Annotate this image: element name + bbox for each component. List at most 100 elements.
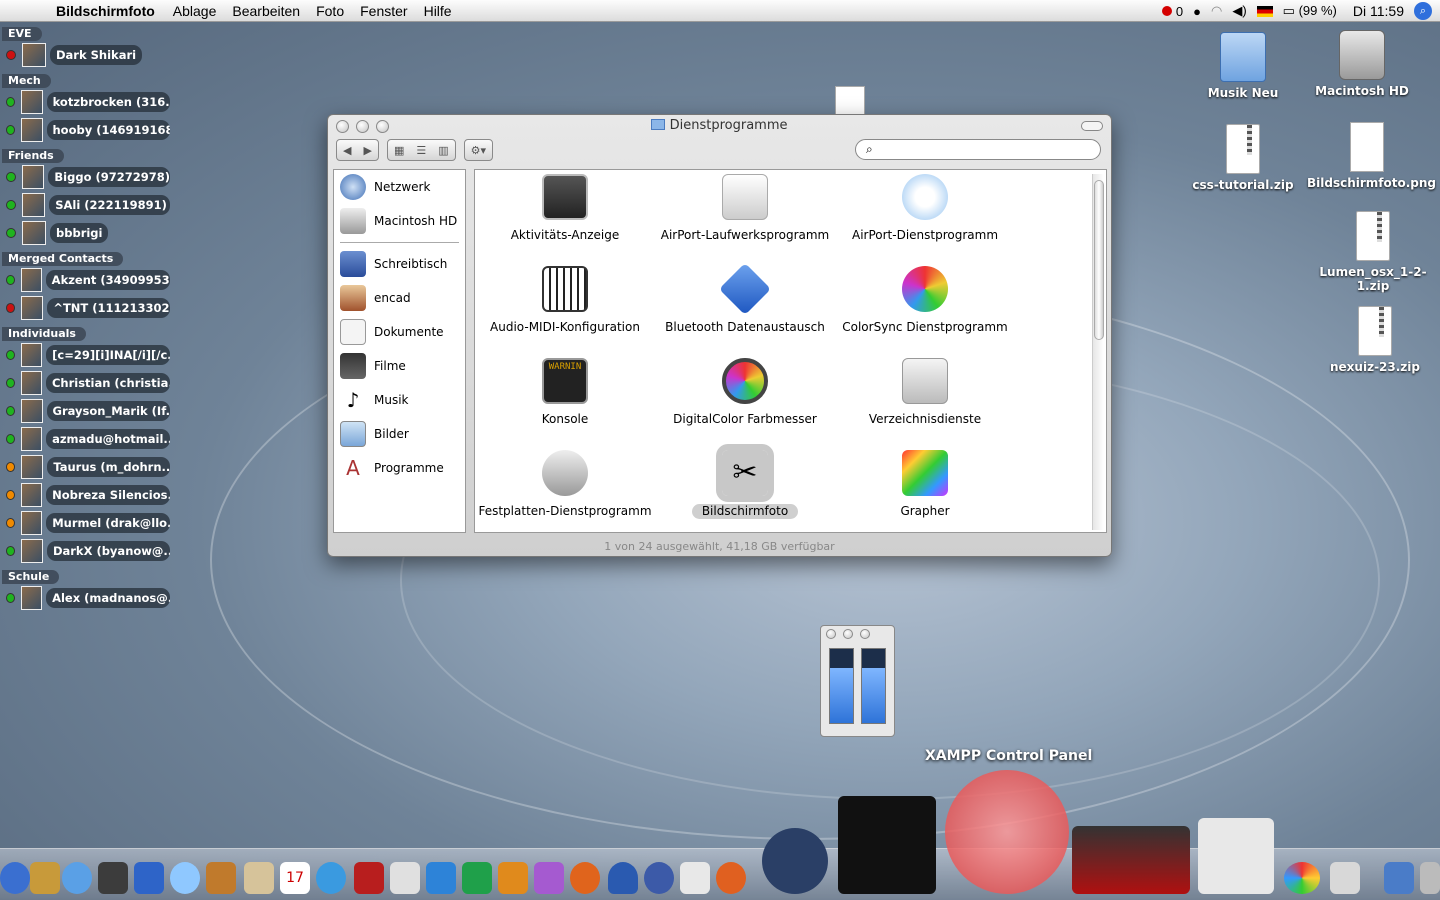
sidebar-item-bilder[interactable]: Bilder	[334, 417, 465, 451]
contact-row[interactable]: azmadu@hotmail....	[6, 425, 170, 453]
file-item-colorsync[interactable]: ColorSync Dienstprogramm	[835, 266, 1015, 335]
desktop-icon-bildschirmfoto-png[interactable]: Bildschirmfoto.png	[1307, 122, 1436, 190]
itunes-icon[interactable]	[62, 862, 92, 894]
forward-arrow-icon[interactable]: ▶	[357, 144, 377, 157]
contact-group-header[interactable]: Schule	[2, 570, 60, 584]
contact-row[interactable]: Biggo (97272978)	[6, 163, 170, 191]
word-icon[interactable]	[426, 862, 456, 894]
quicktime-icon[interactable]	[0, 862, 30, 894]
battery-status[interactable]: ▭ (99 %)	[1283, 3, 1337, 19]
idvd-icon[interactable]	[170, 862, 200, 894]
contact-group-header[interactable]: EVE	[2, 27, 42, 41]
close-button[interactable]	[336, 120, 349, 133]
back-arrow-icon[interactable]: ◀	[337, 144, 357, 157]
xampp-icon[interactable]	[945, 770, 1069, 894]
contact-row[interactable]: SAli (222119891)	[6, 191, 170, 219]
list-view-icon[interactable]: ☰	[410, 144, 432, 157]
close-button[interactable]	[826, 629, 836, 639]
column-view-icon[interactable]: ▥	[432, 144, 454, 157]
wifi-icon[interactable]: ◠	[1211, 3, 1222, 19]
contact-row[interactable]: hooby (146919168)	[6, 116, 170, 144]
x3-game-icon[interactable]	[838, 796, 936, 894]
contact-row[interactable]: [c=29][i]INA[/i][/c...	[6, 341, 170, 369]
file-item-festplatten[interactable]: Festplatten-Dienstprogramm	[475, 450, 655, 519]
contact-row[interactable]: ^TNT (111213302)	[6, 294, 170, 322]
file-item-bildschirmfoto[interactable]: ✂ Bildschirmfoto	[655, 444, 835, 519]
desktop-icon-macintosh-hd[interactable]: Macintosh HD	[1302, 30, 1422, 98]
icon-view-icon[interactable]: ▦	[388, 144, 410, 157]
address-book-icon[interactable]	[30, 862, 60, 894]
vertical-scrollbar[interactable]	[1092, 174, 1104, 530]
imovie-icon[interactable]	[134, 862, 164, 894]
contact-row[interactable]: Grayson_Marik (If...	[6, 397, 170, 425]
zoom-button[interactable]	[376, 120, 389, 133]
clock[interactable]: Di 11:59	[1353, 3, 1404, 19]
menu-ablage[interactable]: Ablage	[173, 3, 217, 19]
action-menu-button[interactable]: ⚙▾	[463, 139, 494, 161]
power-app-icon[interactable]	[762, 828, 828, 894]
contact-row[interactable]: DarkX (byanow@...	[6, 537, 170, 565]
iphoto-icon[interactable]	[98, 862, 128, 894]
desktop-icon-nexuiz-zip[interactable]: nexuiz-23.zip	[1315, 306, 1435, 374]
contact-row[interactable]: Murmel (drak@llo...	[6, 509, 170, 537]
menu-foto[interactable]: Foto	[316, 3, 344, 19]
nfs-carbon-icon[interactable]	[1072, 826, 1190, 894]
disk-app-icon[interactable]	[680, 862, 710, 894]
scroll-thumb[interactable]	[1094, 180, 1104, 340]
status-indicator[interactable]: 0	[1162, 4, 1183, 19]
sidebar-item-schreibtisch[interactable]: Schreibtisch	[334, 247, 465, 281]
contact-row[interactable]: Nobreza Silencios...	[6, 481, 170, 509]
sidebar-item-netzwerk[interactable]: Netzwerk	[334, 170, 465, 204]
iphoto-library-icon[interactable]	[1198, 818, 1274, 894]
adium-menu-icon[interactable]: ●	[1193, 4, 1201, 19]
excel-icon[interactable]	[462, 862, 492, 894]
sidebar-item-musik[interactable]: ♪ Musik	[334, 383, 465, 417]
file-item-digitalcolor[interactable]: DigitalColor Farbmesser	[655, 358, 835, 427]
quicktime-q-icon[interactable]	[316, 862, 346, 894]
spotlight-icon[interactable]: ⌕	[1414, 2, 1432, 20]
search-field[interactable]: ⌕	[855, 139, 1101, 160]
menu-hilfe[interactable]: Hilfe	[424, 3, 452, 19]
volume-icon[interactable]: ◀)	[1232, 3, 1246, 19]
window-titlebar[interactable]: Dienstprogramme	[328, 115, 1111, 137]
toolbar-toggle-button[interactable]	[1081, 121, 1103, 131]
dragged-image-icon[interactable]	[835, 86, 865, 116]
trash-icon[interactable]	[1420, 862, 1440, 894]
file-item-airport-dienst[interactable]: AirPort-Dienstprogramm	[835, 174, 1015, 243]
menu-bearbeiten[interactable]: Bearbeiten	[232, 3, 300, 19]
file-item-audio-midi[interactable]: Audio-MIDI-Konfiguration	[475, 266, 655, 335]
contact-row[interactable]: Christian (christia...	[6, 369, 170, 397]
entourage-icon[interactable]	[534, 862, 564, 894]
garageband-icon[interactable]	[206, 862, 236, 894]
contact-group-header[interactable]: Mech	[2, 74, 51, 88]
file-item-bluetooth[interactable]: Bluetooth Datenaustausch	[655, 262, 835, 335]
file-item-grapher[interactable]: Grapher	[835, 450, 1015, 519]
desktop-icon-lumen-zip[interactable]: Lumen_osx_1-2-1.zip	[1306, 211, 1440, 293]
audio-headphones-icon[interactable]	[716, 862, 746, 894]
color-picker-icon[interactable]	[1284, 862, 1320, 894]
file-item-aktivitaets-anzeige[interactable]: Aktivitäts-Anzeige	[475, 174, 655, 243]
contact-group-header[interactable]: Merged Contacts	[2, 252, 124, 266]
contact-row[interactable]: Akzent (349099539)	[6, 266, 170, 294]
contact-row[interactable]: Dark Shikari	[6, 41, 170, 69]
sidebar-item-programme[interactable]: A Programme	[334, 451, 465, 485]
contact-row[interactable]: Taurus (m_dohrn...	[6, 453, 170, 481]
file-item-konsole[interactable]: WARNIN Konsole	[475, 358, 655, 427]
firefox-icon[interactable]	[570, 862, 600, 894]
photobooth-icon[interactable]	[354, 862, 384, 894]
desktop-icon-css-tutorial-zip[interactable]: css-tutorial.zip	[1183, 124, 1303, 192]
level-meter-window[interactable]	[820, 625, 895, 737]
app-menu[interactable]: Bildschirmfoto	[56, 3, 155, 19]
adium-duck-icon[interactable]	[608, 862, 638, 894]
contact-group-header[interactable]: Friends	[2, 149, 64, 163]
powerpoint-icon[interactable]	[498, 862, 528, 894]
preview-icon[interactable]	[244, 862, 274, 894]
contact-row[interactable]: Alex (madnanos@...	[6, 584, 170, 612]
zoom-button[interactable]	[860, 629, 870, 639]
grab-icon[interactable]	[1330, 862, 1360, 894]
sidebar-item-filme[interactable]: Filme	[334, 349, 465, 383]
sidebar-item-dokumente[interactable]: Dokumente	[334, 315, 465, 349]
menu-fenster[interactable]: Fenster	[360, 3, 407, 19]
input-language-flag-icon[interactable]	[1256, 5, 1273, 17]
desktop-icon-musik-neu[interactable]: Musik Neu	[1183, 32, 1303, 100]
